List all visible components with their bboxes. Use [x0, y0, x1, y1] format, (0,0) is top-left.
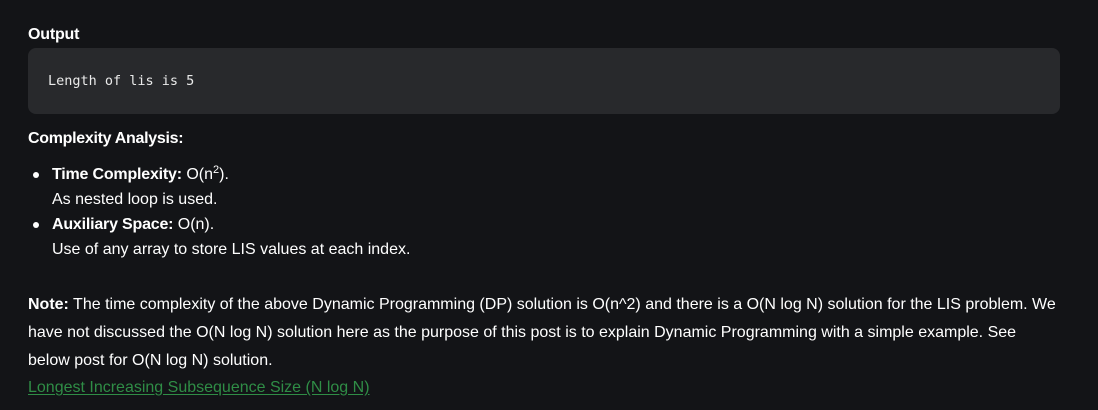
list-item-time-complexity: Time Complexity: O(n2). As nested loop i…	[28, 162, 410, 212]
output-heading: Output	[28, 26, 80, 43]
lis-nlogn-link[interactable]: Longest Increasing Subsequence Size (N l…	[28, 376, 370, 400]
auxiliary-space-detail: Use of any array to store LIS values at …	[52, 241, 411, 258]
time-complexity-value-end: ).	[219, 166, 229, 183]
time-complexity-value-base: O(n	[181, 166, 213, 183]
time-complexity-value: O(n2).	[181, 165, 229, 184]
complexity-list: Time Complexity: O(n2). As nested loop i…	[28, 162, 410, 262]
list-item-auxiliary-space: Auxiliary Space: O(n). Use of any array …	[28, 212, 410, 262]
note-paragraph: Note: The time complexity of the above D…	[28, 291, 1060, 375]
time-complexity-detail: As nested loop is used.	[52, 191, 218, 208]
time-complexity-label: Time Complexity:	[52, 166, 182, 183]
auxiliary-space-label: Auxiliary Space:	[52, 216, 174, 233]
note-label: Note:	[28, 296, 69, 313]
output-code-text: Length of lis is 5	[48, 73, 195, 89]
auxiliary-space-value: O(n).	[173, 216, 215, 233]
note-text: The time complexity of the above Dynamic…	[28, 296, 1056, 369]
complexity-analysis-heading: Complexity Analysis:	[28, 130, 184, 147]
output-code-block: Length of lis is 5	[28, 48, 1060, 114]
